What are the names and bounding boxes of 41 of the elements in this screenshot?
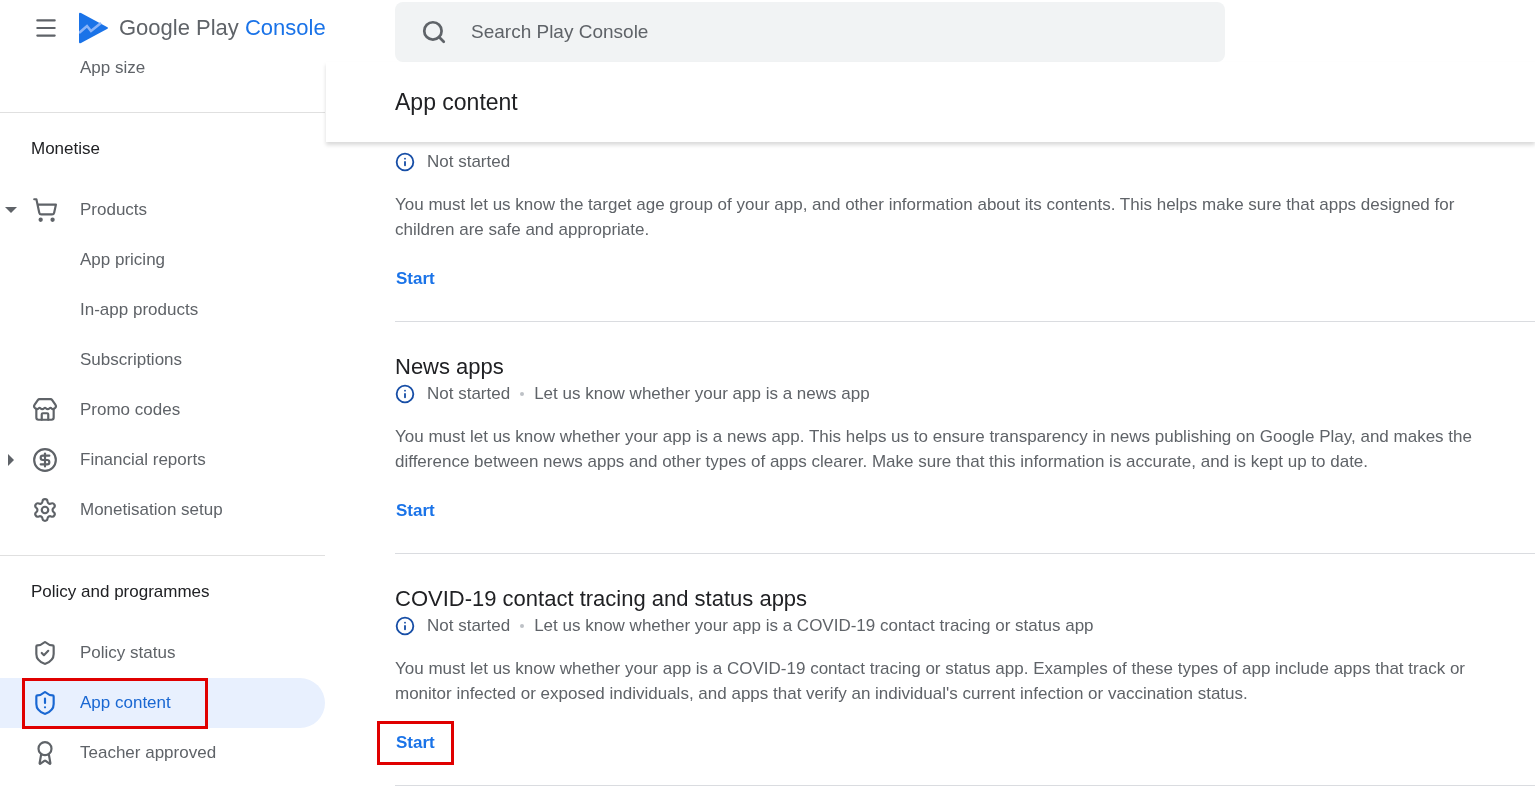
section-description: You must let us know whether your app is a COVID-19 contact tracing or status app. Examples of these types of app include apps that track or monitor infected or exposed individuals, and apps that verify an individual's current infection or vaccination status. [395, 658, 1466, 705]
nav-item[interactable]: Products [0, 185, 325, 235]
settings-icon [32, 497, 58, 523]
nav-item[interactable]: Financial reports [0, 435, 325, 485]
nav-item[interactable]: In-app products [0, 285, 325, 335]
info-icon [395, 616, 415, 636]
caret-right-icon[interactable] [8, 454, 14, 466]
cart-icon [32, 197, 58, 223]
section-description: You must let us know whether your app is a news app. This helps us to ensure transparency in news publishing on Google Play, and makes the difference between news apps and other types of apps clearer. Make sure that this information is accurate, and is kept up to date. [395, 426, 1473, 473]
start-link[interactable]: Start [377, 721, 454, 765]
nav-item[interactable]: Promo codes [0, 385, 325, 435]
status-text: Not started [427, 151, 511, 174]
nav-item[interactable]: Policy status [0, 628, 325, 678]
section-heading: Policy and programmes [31, 581, 210, 604]
nav-item[interactable]: Monetisation setup [0, 485, 325, 535]
nav-item[interactable]: Teacher approved [0, 728, 325, 778]
search-icon [421, 19, 447, 45]
nav-item[interactable]: Subscriptions [0, 335, 325, 385]
section-title: News apps [395, 353, 505, 381]
shield-check-icon [32, 640, 58, 666]
section-heading: Monetise [31, 138, 100, 161]
dollar-icon [32, 447, 58, 473]
search-field[interactable]: Search Play Console [395, 2, 1225, 62]
brand-name: Google Play Console [119, 14, 326, 42]
nav-item[interactable]: App pricing [0, 235, 325, 285]
caret-down-icon[interactable] [5, 207, 17, 213]
status-text: Not started [427, 383, 511, 406]
start-link[interactable]: Start [377, 489, 454, 533]
section-description: You must let us know the target age group of your app, and other information about its contents. This helps make sure that apps designed for children are safe and appropriate. [395, 194, 1456, 241]
status-summary: Let us know whether your app is a news app [534, 383, 870, 406]
section-title: COVID-19 contact tracing and status apps [395, 585, 809, 613]
play-logo-icon [79, 11, 109, 44]
info-icon [395, 384, 415, 404]
storefront-icon [32, 397, 58, 423]
page-title: App content [395, 87, 518, 117]
nav-item[interactable]: App size [0, 55, 325, 81]
status-text: Not started [427, 615, 511, 638]
nav-item[interactable]: App content [0, 678, 325, 728]
status-summary: Let us know whether your app is a COVID-19 contact tracing or status app [534, 615, 1094, 638]
start-link[interactable]: Start [377, 257, 454, 301]
info-icon [395, 152, 415, 172]
